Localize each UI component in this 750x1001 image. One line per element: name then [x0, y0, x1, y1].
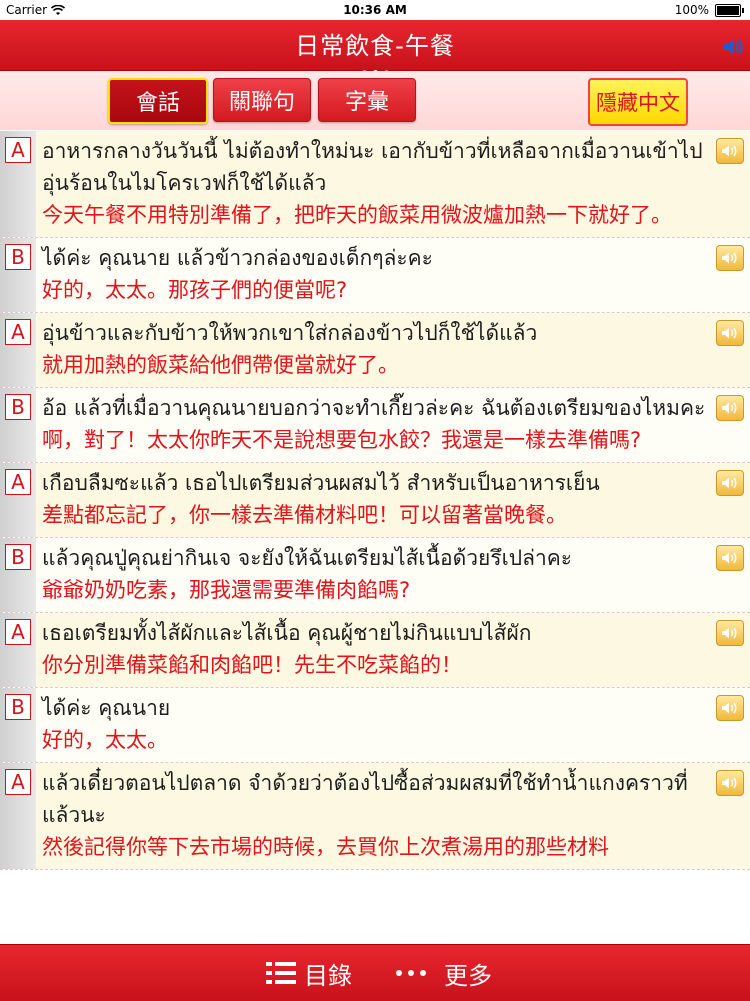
toc-button[interactable]: 目錄 [266, 945, 352, 1001]
play-audio-button[interactable] [716, 620, 744, 646]
play-audio-button[interactable] [716, 395, 744, 421]
speaker-strip: B [0, 538, 36, 612]
speaker-icon [722, 702, 737, 714]
dialogue-row[interactable]: A เธอเตรียมทั้งไส้ผักและไส้เนื้อ คุณผู้ชา… [0, 613, 750, 688]
speaker-icon [722, 327, 737, 339]
speaker-icon [722, 402, 737, 414]
dialogue-row[interactable]: B ได้ค่ะ คุณนาย 好的，太太。 [0, 688, 750, 763]
thai-sentence: เกือบลืมซะแล้ว เธอไปเตรียมส่วนผสมไว้ สำห… [42, 471, 600, 495]
speaker-badge: A [5, 469, 31, 495]
speaker-strip: A [0, 763, 36, 869]
hide-chinese-button[interactable]: 隱藏中文 [588, 78, 688, 126]
play-audio-button[interactable] [716, 695, 744, 721]
tab-row: 會話 關聯句 字彙 隱藏中文 [0, 71, 750, 130]
dialogue-content: อุ่นข้าวและกับข้าวให้พวกเขาใส่กล่องข้าวไ… [36, 313, 750, 387]
dialogue-content: แล้วคุณปู่คุณย่ากินเจ จะยังให้ฉันเตรียมไ… [36, 538, 750, 612]
thai-sentence: อ้อ แล้วที่เมื่อวานคุณนายบอกว่าจะทำเกี๊ย… [42, 396, 706, 420]
dialogue-row[interactable]: B ได้ค่ะ คุณนาย แล้วข้าวกล่องของเด็กๆล่ะค… [0, 238, 750, 313]
tab-conversation[interactable]: 會話 [108, 78, 208, 124]
speaker-badge: B [5, 394, 31, 420]
bottom-bar: 目錄 更多 [0, 944, 750, 1001]
speaker-badge: B [5, 544, 31, 570]
battery-icon [715, 3, 741, 17]
play-audio-button[interactable] [716, 245, 744, 271]
speaker-icon [722, 627, 737, 639]
speaker-icon [722, 552, 737, 564]
dialogue-content: แล้วเดี๋ยวตอนไปตลาด จำด้วยว่าต้องไปซื้อส… [36, 763, 750, 869]
speaker-strip: A [0, 131, 36, 237]
more-label: 更多 [444, 961, 492, 990]
chinese-sentence: 好的，太太。 [42, 728, 168, 752]
page-title: 日常飲食-午餐 [295, 32, 455, 60]
speaker-icon[interactable] [722, 38, 744, 56]
dialogue-row[interactable]: A เกือบลืมซะแล้ว เธอไปเตรียมส่วนผสมไว้ สำ… [0, 463, 750, 538]
speaker-badge: B [5, 694, 31, 720]
speaker-badge: B [5, 244, 31, 270]
speaker-icon [722, 252, 737, 264]
battery-percent: 100% [674, 3, 709, 17]
chinese-sentence: 好的，太太。那孩子們的便當呢? [42, 278, 348, 302]
dialogue-content: อ้อ แล้วที่เมื่อวานคุณนายบอกว่าจะทำเกี๊ย… [36, 388, 750, 462]
tab-related-sentences[interactable]: 關聯句 [213, 78, 311, 122]
toc-label: 目錄 [304, 961, 352, 990]
thai-sentence: แล้วเดี๋ยวตอนไปตลาด จำด้วยว่าต้องไปซื้อส… [42, 771, 688, 827]
play-audio-button[interactable] [716, 138, 744, 164]
thai-sentence: แล้วคุณปู่คุณย่ากินเจ จะยังให้ฉันเตรียมไ… [42, 546, 573, 570]
thai-sentence: อาหารกลางวันวันนี้ ไม่ต้องทำใหม่นะ เอากั… [42, 139, 703, 195]
speaker-strip: B [0, 238, 36, 312]
dialogue-list[interactable]: A อาหารกลางวันวันนี้ ไม่ต้องทำใหม่นะ เอาก… [0, 131, 750, 944]
list-icon [266, 962, 296, 984]
play-audio-button[interactable] [716, 770, 744, 796]
chinese-sentence: 今天午餐不用特別準備了，把昨天的飯菜用微波爐加熱一下就好了。 [42, 203, 672, 227]
chinese-sentence: 就用加熱的飯菜給他們帶便當就好了。 [42, 353, 399, 377]
speaker-badge: A [5, 319, 31, 345]
speaker-badge: A [5, 769, 31, 795]
thai-sentence: อุ่นข้าวและกับข้าวให้พวกเขาใส่กล่องข้าวไ… [42, 321, 538, 345]
more-button[interactable]: 更多 [396, 945, 492, 1001]
speaker-icon [722, 477, 737, 489]
speaker-strip: B [0, 688, 36, 762]
speaker-strip: A [0, 463, 36, 537]
more-dots-icon [396, 970, 426, 976]
dialogue-content: เธอเตรียมทั้งไส้ผักและไส้เนื้อ คุณผู้ชาย… [36, 613, 750, 687]
speaker-strip: A [0, 313, 36, 387]
chinese-sentence: 差點都忘記了，你一樣去準備材料吧！可以留著當晚餐。 [42, 503, 567, 527]
thai-sentence: เธอเตรียมทั้งไส้ผักและไส้เนื้อ คุณผู้ชาย… [42, 621, 532, 645]
tab-vocabulary[interactable]: 字彙 [318, 78, 416, 122]
speaker-icon [722, 777, 737, 789]
dialogue-row[interactable]: B แล้วคุณปู่คุณย่ากินเจ จะยังให้ฉันเตรียม… [0, 538, 750, 613]
speaker-badge: A [5, 137, 31, 163]
thai-sentence: ได้ค่ะ คุณนาย [42, 696, 171, 720]
dialogue-row[interactable]: B อ้อ แล้วที่เมื่อวานคุณนายบอกว่าจะทำเกี๊… [0, 388, 750, 463]
clock: 10:36 AM [343, 3, 407, 17]
dialogue-row[interactable]: A อุ่นข้าวและกับข้าวให้พวกเขาใส่กล่องข้าว… [0, 313, 750, 388]
dialogue-content: ได้ค่ะ คุณนาย 好的，太太。 [36, 688, 750, 762]
status-bar: Carrier 10:36 AM 100% [0, 0, 750, 20]
speaker-strip: A [0, 613, 36, 687]
dialogue-row[interactable]: A แล้วเดี๋ยวตอนไปตลาด จำด้วยว่าต้องไปซื้อ… [0, 763, 750, 870]
chinese-sentence: 爺爺奶奶吃素，那我還需要準備肉餡嗎? [42, 578, 411, 602]
speaker-badge: A [5, 619, 31, 645]
chinese-sentence: 啊，對了！太太你昨天不是說想要包水餃？我還是一樣去準備嗎? [42, 428, 642, 452]
chinese-sentence: 然後記得你等下去市場的時候，去買你上次煮湯用的那些材料 [42, 835, 609, 859]
play-audio-button[interactable] [716, 320, 744, 346]
dialogue-content: ได้ค่ะ คุณนาย แล้วข้าวกล่องของเด็กๆล่ะคะ… [36, 238, 750, 312]
thai-sentence: ได้ค่ะ คุณนาย แล้วข้าวกล่องของเด็กๆล่ะคะ [42, 246, 433, 270]
speaker-icon [722, 145, 737, 157]
dialogue-row[interactable]: A อาหารกลางวันวันนี้ ไม่ต้องทำใหม่นะ เอาก… [0, 131, 750, 238]
speaker-strip: B [0, 388, 36, 462]
play-audio-button[interactable] [716, 545, 744, 571]
dialogue-content: อาหารกลางวันวันนี้ ไม่ต้องทำใหม่นะ เอากั… [36, 131, 750, 237]
play-audio-button[interactable] [716, 470, 744, 496]
dialogue-content: เกือบลืมซะแล้ว เธอไปเตรียมส่วนผสมไว้ สำห… [36, 463, 750, 537]
title-bar: 日常飲食-午餐 [0, 20, 750, 75]
chinese-sentence: 你分別準備菜餡和肉餡吧！先生不吃菜餡的！ [42, 653, 462, 677]
